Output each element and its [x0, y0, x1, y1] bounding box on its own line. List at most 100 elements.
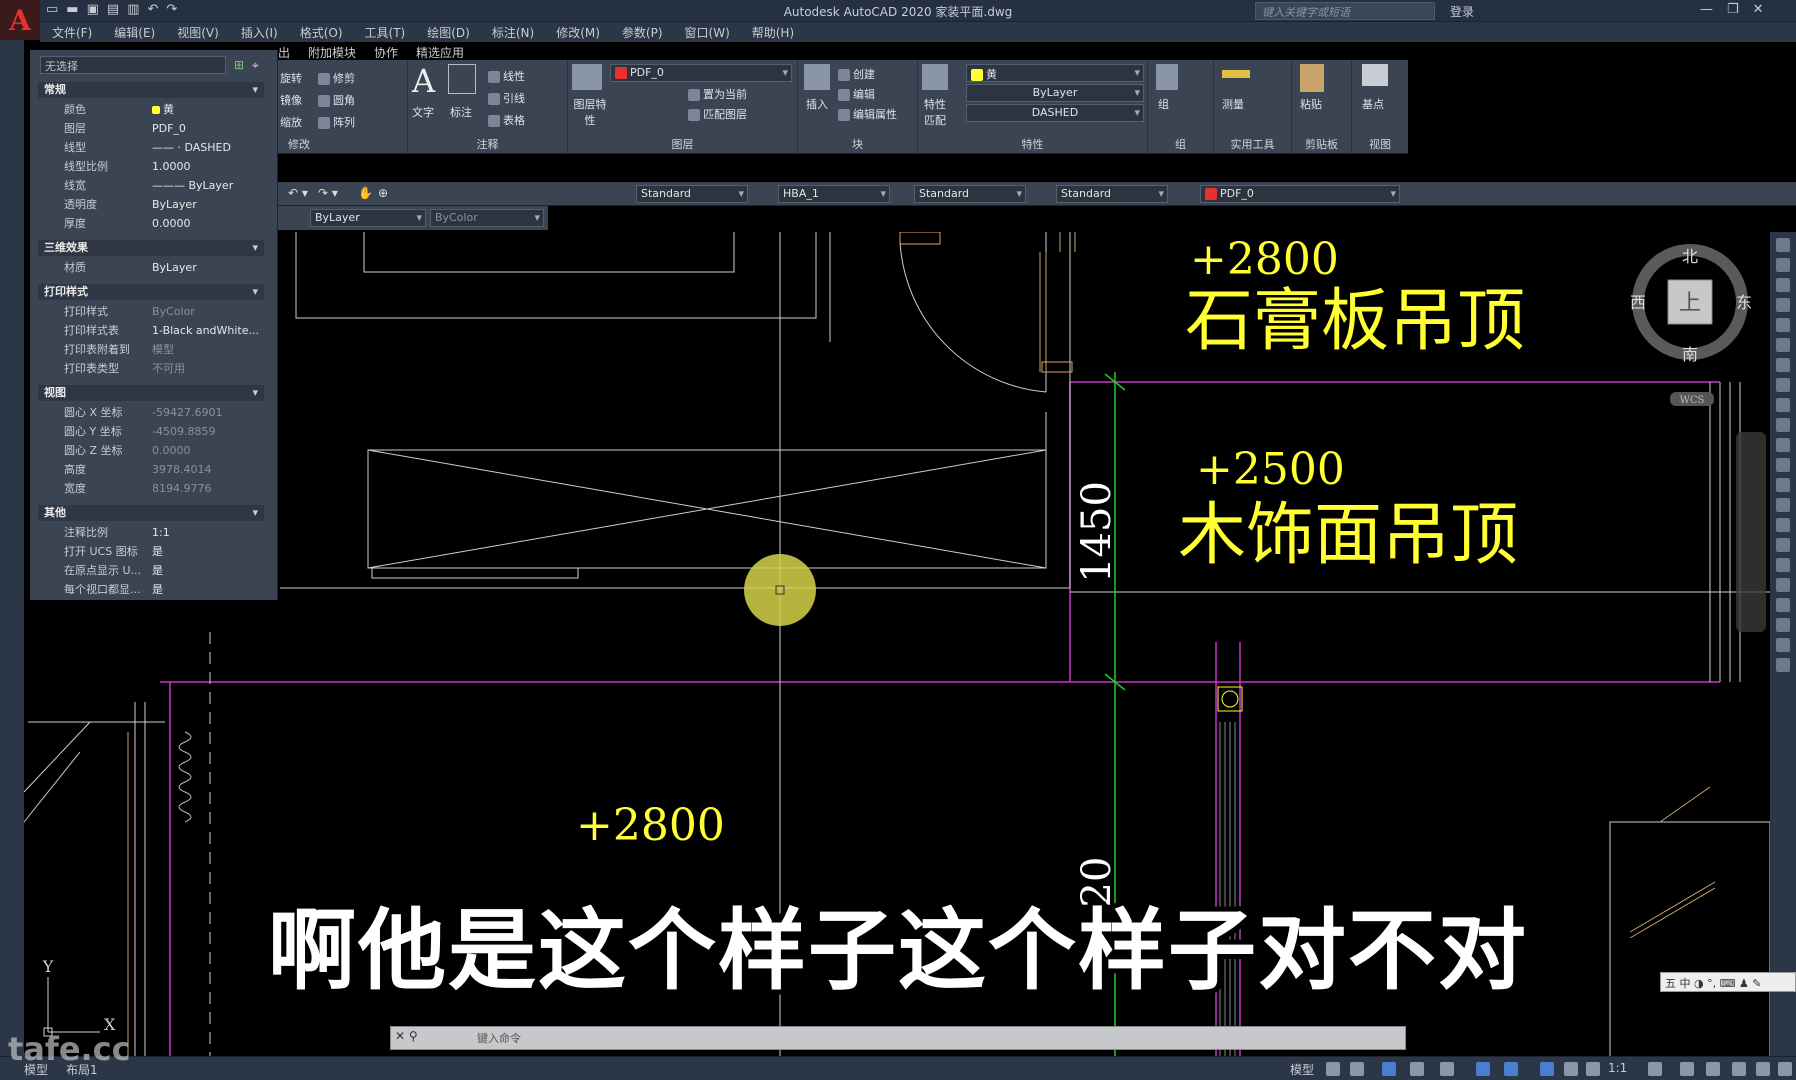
section-plot-style[interactable]: 打印样式	[38, 284, 264, 300]
menu-window[interactable]: 窗口(W)	[685, 24, 730, 41]
prop-row-per-viewport[interactable]: 每个视口都显... 是	[38, 580, 264, 594]
osnap-track-icon[interactable]	[1476, 1062, 1490, 1076]
leader-button[interactable]: 引线	[488, 90, 525, 106]
base-point-button[interactable]: 基点	[1362, 96, 1384, 112]
compass-north[interactable]: 北	[1682, 247, 1698, 266]
annotation-scale-icon[interactable]	[1586, 1062, 1600, 1076]
prop-row-color[interactable]: 颜色黄	[38, 100, 264, 119]
layer-properties-button[interactable]: 图层特性	[570, 96, 610, 128]
prop-row-layer[interactable]: 图层 PDF_0	[38, 119, 264, 138]
tool-icon-22[interactable]	[1776, 658, 1790, 672]
tool-icon-10[interactable]	[1776, 418, 1790, 432]
prop-row-plot-style[interactable]: 打印样式 ByColor	[38, 302, 264, 321]
add-icon[interactable]	[1680, 1062, 1694, 1076]
prop-row-center-y[interactable]: 圆心 Y 坐标 -4509.8859	[38, 422, 264, 441]
model-space-label[interactable]: 模型	[1290, 1061, 1314, 1078]
dim-style-dropdown[interactable]: HBA_1	[778, 185, 890, 203]
tab-collaborate[interactable]: 协作	[374, 44, 398, 61]
minimize-icon[interactable]: —	[1700, 2, 1713, 17]
polar-icon[interactable]	[1410, 1062, 1424, 1076]
compass-south[interactable]: 南	[1682, 345, 1698, 364]
insert-button[interactable]: 插入	[806, 96, 828, 112]
isolate-icon[interactable]	[1706, 1062, 1720, 1076]
menu-dimension[interactable]: 标注(N)	[492, 24, 534, 41]
menu-view[interactable]: 视图(V)	[177, 24, 219, 41]
linetype-dropdown[interactable]: DASHED	[966, 104, 1144, 122]
group-icon[interactable]	[1156, 64, 1178, 90]
prop-row-linetype[interactable]: 线型 —— · DASHED	[38, 138, 264, 157]
tool-icon-3[interactable]	[1776, 278, 1790, 292]
layer-toolbar-dropdown[interactable]: PDF_0	[1200, 185, 1400, 203]
create-block-button[interactable]: 创建	[838, 66, 875, 82]
section-misc[interactable]: 其他	[38, 505, 264, 521]
restore-icon[interactable]: ❐	[1727, 2, 1739, 17]
tool-icon-14[interactable]	[1776, 498, 1790, 512]
annotation-scale-value[interactable]: 1:1	[1608, 1061, 1627, 1075]
menu-insert[interactable]: 插入(I)	[241, 24, 278, 41]
section-3d-effects[interactable]: 三维效果	[38, 240, 264, 256]
snap-icon[interactable]	[1350, 1062, 1364, 1076]
menu-file[interactable]: 文件(F)	[52, 24, 92, 41]
pan-icon[interactable]: ✋	[358, 186, 373, 200]
dimension-button[interactable]: 标注	[450, 104, 472, 120]
tool-icon-5[interactable]	[1776, 318, 1790, 332]
osnap-icon[interactable]	[1504, 1062, 1518, 1076]
tool-icon-2[interactable]	[1776, 258, 1790, 272]
paste-button[interactable]: 粘贴	[1300, 96, 1322, 112]
command-input[interactable]: 键入命令	[477, 1030, 521, 1046]
app-logo-icon[interactable]: A	[0, 0, 40, 40]
color-dropdown[interactable]: 黄	[966, 64, 1144, 82]
table-button[interactable]: 表格	[488, 112, 525, 128]
match-layer-button[interactable]: 匹配图层	[688, 106, 747, 122]
plotstyle-toolbar-dropdown[interactable]: ByColor	[430, 209, 544, 227]
panel-label-view[interactable]: 视图	[1352, 136, 1408, 152]
undo-icon[interactable]: ↶	[147, 2, 158, 17]
tool-icon-6[interactable]	[1776, 338, 1790, 352]
prop-row-ucs-at-origin[interactable]: 在原点显示 U... 是	[38, 561, 264, 580]
match-properties-icon[interactable]	[922, 64, 948, 90]
command-line-close-icon[interactable]: ✕ ⚲	[395, 1029, 418, 1043]
mleader-style-dropdown[interactable]: Standard	[1056, 185, 1168, 203]
search-input[interactable]: 键入关键字或短语	[1255, 2, 1435, 20]
prop-row-material[interactable]: 材质 ByLayer	[38, 258, 264, 277]
ortho-icon[interactable]	[1382, 1062, 1396, 1076]
lineweight-toolbar-dropdown[interactable]: ByLayer	[310, 209, 426, 227]
customize-icon[interactable]	[1778, 1062, 1792, 1076]
tool-icon-20[interactable]	[1776, 618, 1790, 632]
edit-block-button[interactable]: 编辑	[838, 86, 875, 102]
redo-icon[interactable]: ↷	[166, 2, 177, 17]
section-view[interactable]: 视图	[38, 385, 264, 401]
tool-icon-15[interactable]	[1776, 518, 1790, 532]
isodraft-icon[interactable]	[1440, 1062, 1454, 1076]
panel-label-modify[interactable]: 修改	[278, 136, 407, 152]
set-current-button[interactable]: 置为当前	[688, 86, 747, 102]
navigation-bar[interactable]	[1736, 432, 1766, 632]
menu-help[interactable]: 帮助(H)	[752, 24, 794, 41]
new-icon[interactable]: ▭	[46, 2, 58, 17]
prop-row-annotation-scale[interactable]: 注释比例 1:1	[38, 523, 264, 542]
undo-toolbar-icon[interactable]: ↶ ▾	[288, 186, 308, 200]
text-icon[interactable]: A	[412, 62, 435, 100]
table-style-dropdown[interactable]: Standard	[914, 185, 1026, 203]
save-as-icon[interactable]: ▤	[107, 2, 119, 17]
panel-label-block[interactable]: 块	[798, 136, 917, 152]
prop-row-plot-style-table[interactable]: 打印样式表 1-Black andWhite...	[38, 321, 264, 340]
fillet-button[interactable]: 圆角	[318, 92, 355, 108]
rotate-button[interactable]: 旋转	[280, 70, 302, 86]
prop-row-center-z[interactable]: 圆心 Z 坐标 0.0000	[38, 441, 264, 460]
tool-icon-19[interactable]	[1776, 598, 1790, 612]
prop-row-linetype-scale[interactable]: 线型比例 1.0000	[38, 157, 264, 176]
annotation-visibility-icon[interactable]	[1540, 1062, 1554, 1076]
tool-icon-12[interactable]	[1776, 458, 1790, 472]
array-button[interactable]: 阵列	[318, 114, 355, 130]
open-icon[interactable]: ▬	[66, 2, 78, 17]
paste-icon[interactable]	[1300, 64, 1324, 92]
panel-label-clipboard[interactable]: 剪贴板	[1292, 136, 1351, 152]
mirror-button[interactable]: 镜像	[280, 92, 302, 108]
panel-label-group[interactable]: 组	[1148, 136, 1213, 152]
hardware-accel-icon[interactable]	[1732, 1062, 1746, 1076]
prop-row-transparency[interactable]: 透明度 ByLayer	[38, 195, 264, 214]
lineweight-dropdown[interactable]: ByLayer	[966, 84, 1144, 102]
compass-west[interactable]: 西	[1630, 293, 1646, 312]
menu-draw[interactable]: 绘图(D)	[427, 24, 470, 41]
